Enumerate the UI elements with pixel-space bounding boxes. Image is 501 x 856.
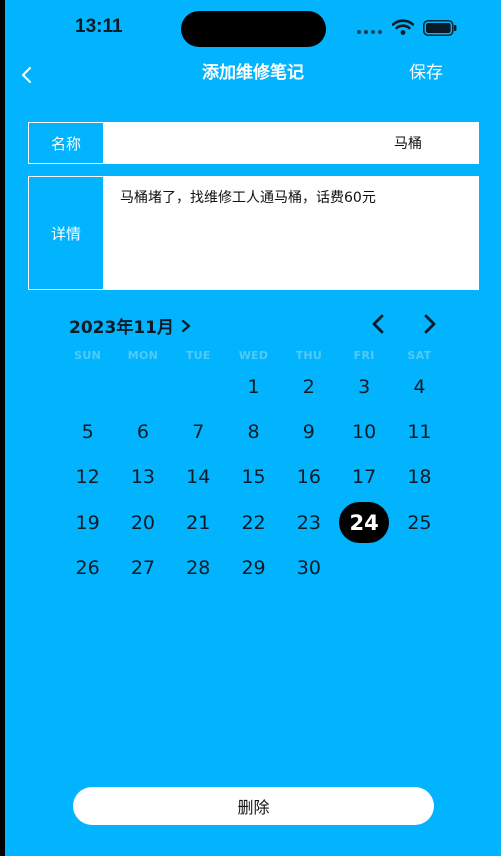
calendar-day-number: 1	[247, 375, 260, 398]
calendar-day-number: 26	[75, 557, 100, 580]
calendar-day[interactable]: 12	[60, 455, 115, 500]
calendar-day[interactable]: 9	[281, 409, 336, 454]
weekday-header: SUN MON TUE WED THU FRI SAT	[60, 349, 447, 362]
calendar-day[interactable]: 3	[336, 364, 391, 409]
weekday-label: MON	[127, 349, 159, 362]
calendar-day-number: 6	[136, 421, 149, 444]
calendar-day[interactable]: 4	[392, 364, 447, 409]
calendar-day-number: 3	[358, 375, 371, 398]
next-month-chevron-icon[interactable]	[419, 312, 441, 336]
cellular-signal-icon	[357, 30, 385, 34]
calendar-day[interactable]: 6	[115, 409, 170, 454]
weekday-label: THU	[295, 349, 323, 362]
weekday-label: SUN	[74, 349, 102, 362]
name-label: 名称	[29, 123, 104, 163]
battery-icon	[423, 20, 457, 36]
calendar-day-number: 9	[302, 421, 315, 444]
calendar-day[interactable]: 13	[115, 455, 170, 500]
calendar-day-number: 20	[130, 511, 156, 534]
calendar-blank-cell	[171, 364, 226, 409]
dynamic-island	[181, 11, 326, 47]
weekday-label: FRI	[353, 349, 375, 362]
weekday-label: SAT	[407, 349, 432, 362]
calendar-day[interactable]: 19	[60, 500, 115, 545]
calendar-day-grid: 1 2 3 4 5 6 7 8 9 10 11 12 13 14 15 16 17 18 19 20 21 22 23 24 2…	[60, 364, 447, 591]
calendar-day-number: 8	[247, 421, 260, 444]
calendar-day-number: 21	[186, 511, 211, 534]
calendar-day-number: 24	[339, 502, 390, 544]
detail-textarea[interactable]: 马桶堵了，找维修工人通马桶，话费60元	[104, 177, 478, 289]
calendar-day-number: 23	[296, 511, 321, 534]
calendar-day-number: 14	[186, 466, 211, 489]
calendar-day[interactable]: 20	[115, 500, 170, 545]
calendar-day[interactable]: 11	[392, 409, 447, 454]
calendar-day-number: 18	[407, 466, 432, 489]
calendar-day[interactable]: 30	[281, 546, 336, 591]
calendar-day[interactable]: 29	[226, 546, 281, 591]
calendar-day[interactable]: 15	[226, 455, 281, 500]
calendar-day-number: 10	[352, 421, 377, 444]
delete-button[interactable]: 删除	[73, 787, 434, 825]
weekday-label: WED	[238, 349, 269, 362]
weekday-label: TUE	[185, 349, 211, 362]
calendar-day-number: 19	[75, 511, 100, 534]
calendar-day-number: 11	[407, 421, 432, 444]
calendar-day-number: 25	[407, 511, 432, 534]
calendar-day[interactable]: 18	[392, 455, 447, 500]
calendar-day-number: 30	[296, 557, 321, 580]
detail-label: 详情	[29, 177, 104, 289]
calendar-day[interactable]: 2	[281, 364, 336, 409]
detail-row: 详情 马桶堵了，找维修工人通马桶，话费60元	[28, 176, 479, 290]
calendar-day-number: 7	[192, 421, 205, 444]
calendar-day-number: 4	[413, 375, 426, 398]
calendar-day-number: 5	[81, 421, 94, 444]
previous-month-chevron-icon[interactable]	[367, 312, 389, 336]
calendar-day[interactable]: 27	[115, 546, 170, 591]
calendar-day[interactable]: 21	[171, 500, 226, 545]
calendar-day[interactable]: 1	[226, 364, 281, 409]
calendar-day[interactable]: 7	[171, 409, 226, 454]
calendar-day[interactable]: 5	[60, 409, 115, 454]
calendar-day[interactable]: 10	[336, 409, 391, 454]
calendar-day[interactable]: 8	[226, 409, 281, 454]
chevron-right-icon	[181, 319, 191, 332]
calendar-day-number: 12	[75, 466, 100, 489]
calendar-day[interactable]: 25	[392, 500, 447, 545]
name-row: 名称 马桶	[28, 122, 479, 164]
calendar-day[interactable]: 16	[281, 455, 336, 500]
calendar-day[interactable]: 23	[281, 500, 336, 545]
calendar-day[interactable]: 26	[60, 546, 115, 591]
wifi-icon	[392, 19, 414, 35]
calendar-day[interactable]: 14	[171, 455, 226, 500]
calendar-day-number: 27	[130, 557, 156, 580]
name-input[interactable]: 马桶	[104, 123, 478, 163]
calendar-day-number: 13	[130, 466, 156, 489]
calendar-day-number: 29	[241, 557, 266, 580]
calendar-day-selected[interactable]: 24	[336, 500, 391, 545]
calendar-day-number: 17	[352, 466, 377, 489]
calendar-day[interactable]: 17	[336, 455, 391, 500]
calendar-day-number: 28	[186, 557, 211, 580]
calendar-day-number: 22	[241, 511, 266, 534]
calendar-blank-cell	[60, 364, 115, 409]
calendar-day[interactable]: 28	[171, 546, 226, 591]
calendar-day-number: 15	[241, 466, 266, 489]
calendar-day-number: 16	[296, 466, 321, 489]
calendar-blank-cell	[115, 364, 170, 409]
month-label: 2023年11月	[69, 318, 174, 338]
status-time: 13:11	[75, 16, 123, 37]
calendar-day-number: 2	[302, 375, 315, 398]
month-picker[interactable]: 2023年11月	[69, 313, 192, 338]
screen: 13:11 添加维修笔记 保存 名称 马桶 详情 马桶堵了，找维修工人通马桶，话…	[5, 0, 501, 856]
save-button[interactable]: 保存	[409, 62, 443, 84]
calendar-day[interactable]: 22	[226, 500, 281, 545]
